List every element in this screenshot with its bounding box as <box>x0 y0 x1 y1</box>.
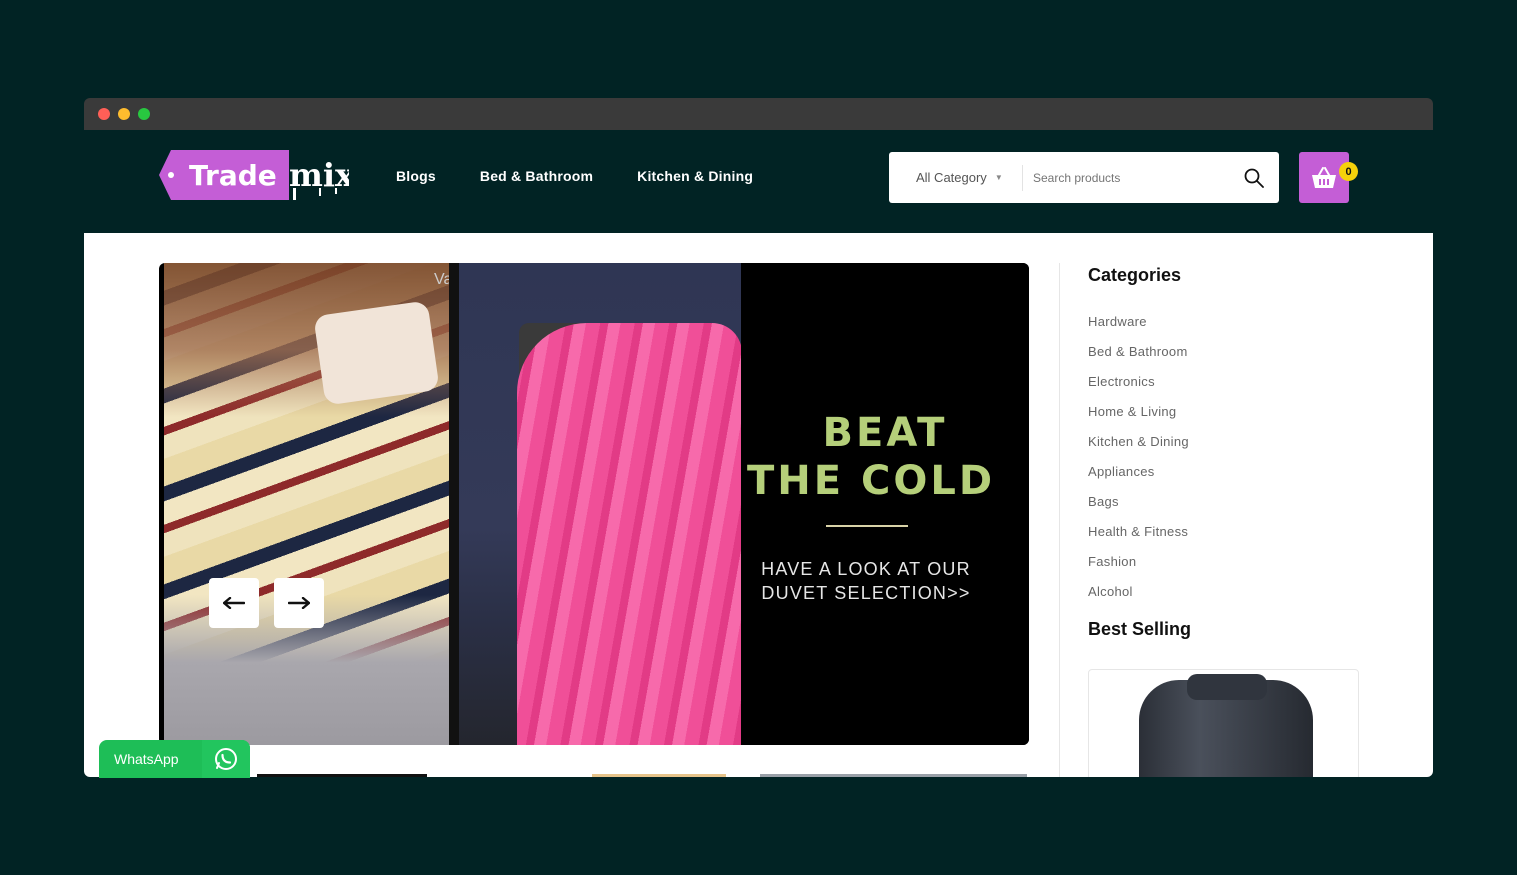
slide-headline-line-2: THE COLD <box>746 458 996 504</box>
basket-icon <box>1312 166 1336 188</box>
category-dropdown-value: All Category <box>916 170 987 185</box>
cart-count-badge: 0 <box>1339 162 1358 181</box>
product-card[interactable] <box>1088 669 1359 777</box>
slider-next-button[interactable] <box>274 578 324 628</box>
category-dropdown[interactable]: All Category ▼ <box>889 164 1023 191</box>
category-item-bags[interactable]: Bags <box>1088 494 1368 524</box>
nav-link-bed-bathroom[interactable]: Bed & Bathroom <box>480 168 593 184</box>
sidebar: Categories Hardware Bed & Bathroom Elect… <box>1088 263 1368 777</box>
search-input[interactable] <box>1023 170 1229 185</box>
search-icon <box>1244 168 1264 188</box>
pillow-shape <box>313 300 440 406</box>
thumbnail-edge <box>760 774 1027 777</box>
category-list: Hardware Bed & Bathroom Electronics Home… <box>1088 314 1368 614</box>
category-item-appliances[interactable]: Appliances <box>1088 464 1368 494</box>
main-content: Va BEAT THE COLD HAVE A LOOK AT OUR DUVE… <box>84 233 1433 777</box>
whatsapp-button[interactable]: WhatsApp <box>99 740 250 778</box>
blanket-photo <box>459 263 742 745</box>
whatsapp-label: WhatsApp <box>114 751 179 767</box>
maximize-window-dot[interactable] <box>138 108 150 120</box>
thumbnail-edge <box>592 774 726 777</box>
slide-text-panel: BEAT THE COLD HAVE A LOOK AT OUR DUVET S… <box>741 263 1029 745</box>
minimize-window-dot[interactable] <box>118 108 130 120</box>
nav-link-blogs[interactable]: Blogs <box>396 168 436 184</box>
slide-headline: BEAT THE COLD <box>741 409 1029 505</box>
categories-title: Categories <box>1088 265 1182 285</box>
category-item-bed-bathroom[interactable]: Bed & Bathroom <box>1088 344 1368 374</box>
thumbnail-edge <box>257 774 427 777</box>
hero-slider[interactable]: Va BEAT THE COLD HAVE A LOOK AT OUR DUVE… <box>159 263 1029 745</box>
category-item-kitchen-dining[interactable]: Kitchen & Dining <box>1088 434 1368 464</box>
category-item-health-fitness[interactable]: Health & Fitness <box>1088 524 1368 554</box>
chevron-down-icon: ▼ <box>994 173 1003 182</box>
best-selling-title: Best Selling <box>1088 619 1192 639</box>
site-header: Trade mix Blogs Bed & Bathroom Kitchen &… <box>84 130 1433 233</box>
pink-blanket-shape <box>517 323 742 745</box>
slide-subline[interactable]: HAVE A LOOK AT OUR DUVET SELECTION>> <box>741 557 991 605</box>
site-logo[interactable]: Trade mix <box>159 150 355 206</box>
slide-subline-line-2: DUVET SELECTION>> <box>761 583 971 603</box>
category-item-fashion[interactable]: Fashion <box>1088 554 1368 584</box>
window-titlebar <box>84 98 1433 130</box>
arrow-left-icon <box>223 597 245 609</box>
logo-text-trade: Trade <box>189 159 277 192</box>
category-item-home-living[interactable]: Home & Living <box>1088 404 1368 434</box>
search-button[interactable] <box>1229 152 1279 203</box>
category-item-hardware[interactable]: Hardware <box>1088 314 1368 344</box>
browser-window: Trade mix Blogs Bed & Bathroom Kitchen &… <box>84 98 1433 777</box>
category-item-alcohol[interactable]: Alcohol <box>1088 584 1368 614</box>
close-window-dot[interactable] <box>98 108 110 120</box>
cart-button[interactable]: 0 <box>1299 152 1358 203</box>
main-nav: Blogs Bed & Bathroom Kitchen & Dining <box>396 168 753 184</box>
slide-subline-line-1: HAVE A LOOK AT OUR <box>761 559 971 579</box>
category-item-electronics[interactable]: Electronics <box>1088 374 1368 404</box>
search-bar: All Category ▼ <box>889 152 1279 203</box>
nav-link-kitchen-dining[interactable]: Kitchen & Dining <box>637 168 753 184</box>
bed-photo: Va <box>164 263 452 745</box>
slide-divider <box>826 525 908 527</box>
arrow-right-icon <box>288 597 310 609</box>
slide-headline-line-1: BEAT <box>822 410 948 456</box>
slider-prev-button[interactable] <box>209 578 259 628</box>
whatsapp-icon <box>202 740 250 778</box>
